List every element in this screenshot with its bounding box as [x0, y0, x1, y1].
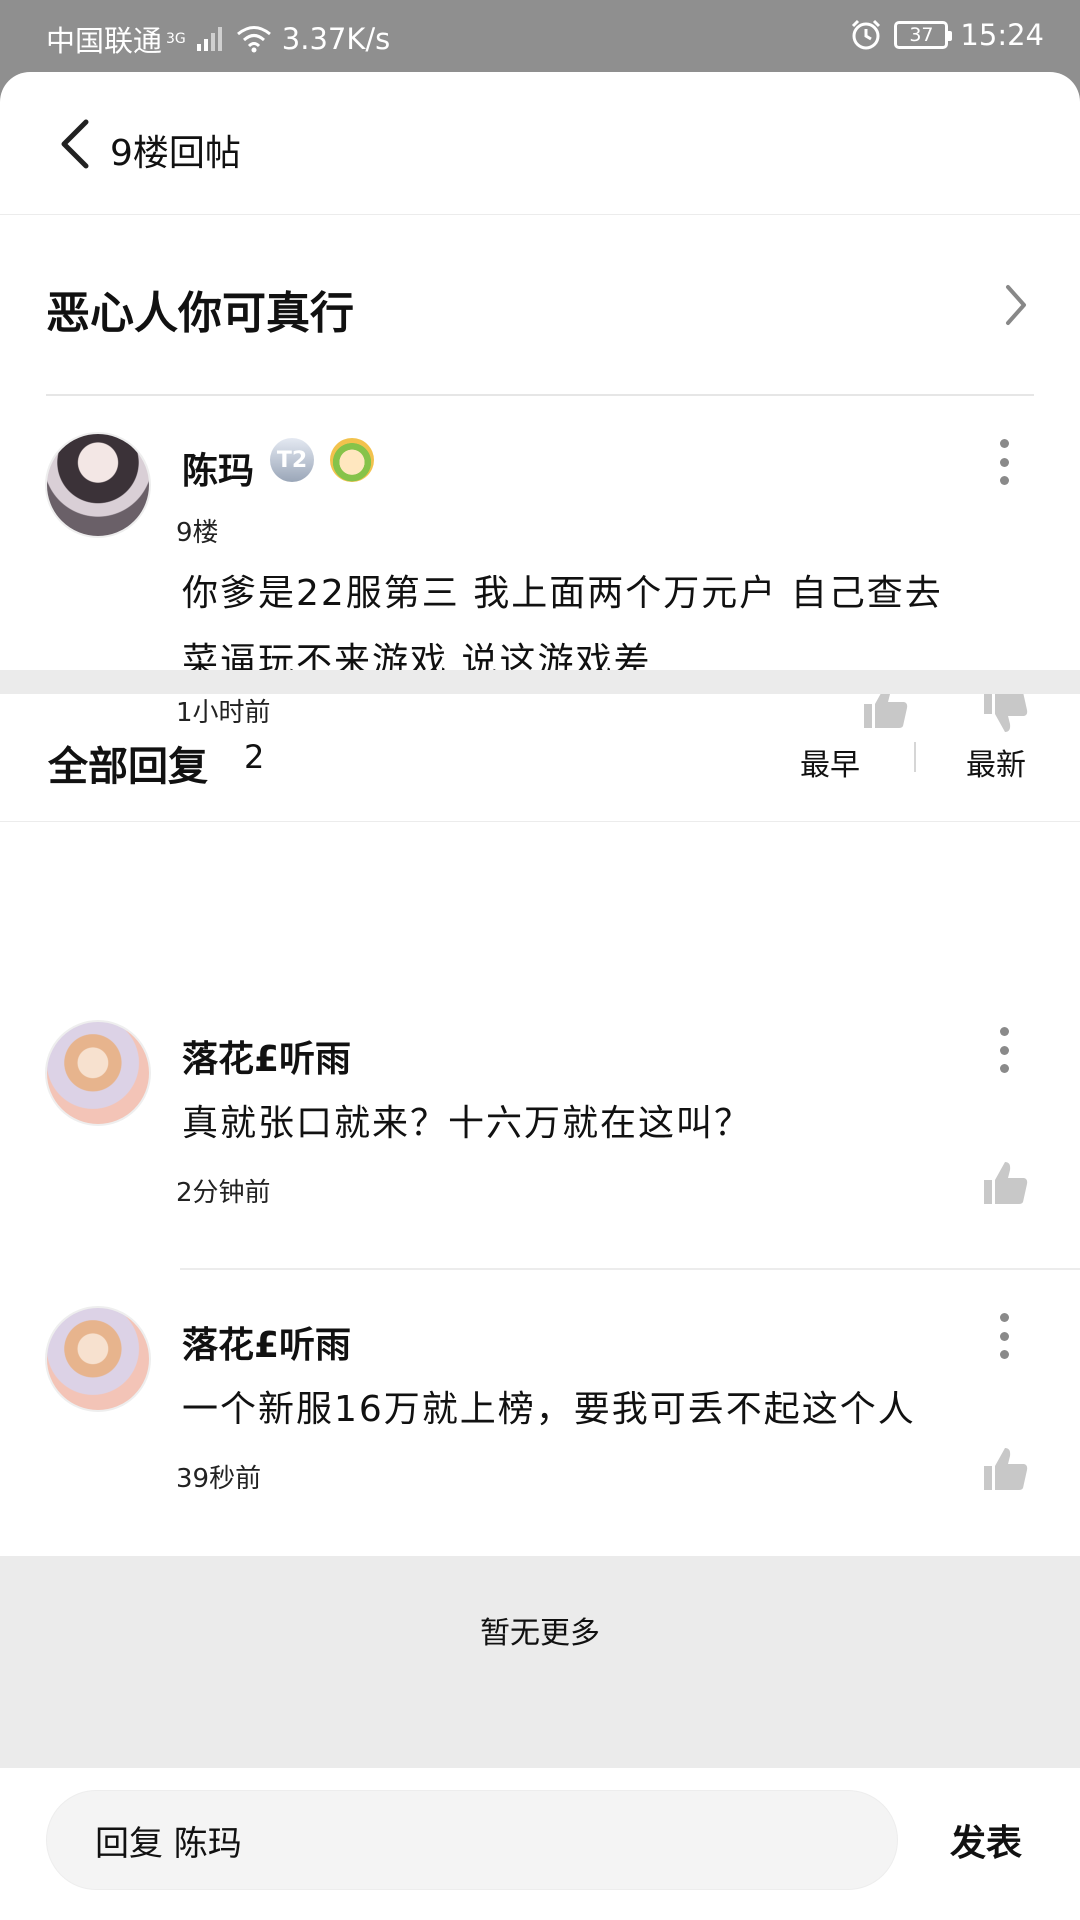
- reply-time: 39秒前: [176, 1464, 262, 1494]
- compose-bar: 回复 陈玛 发表: [0, 1768, 1080, 1920]
- page-title: 9楼回帖: [110, 133, 241, 174]
- status-right: 37 15:24: [850, 18, 1044, 52]
- reply-text: 一个新服16万就上榜，要我可丢不起这个人: [182, 1389, 916, 1430]
- wifi-icon: [236, 26, 271, 53]
- replies-label: 全部回复: [48, 744, 208, 790]
- replies-count: 2: [244, 738, 265, 776]
- thumbs-up-icon[interactable]: [980, 1444, 1030, 1494]
- reply-input[interactable]: 回复 陈玛: [46, 1790, 898, 1890]
- battery-level: 37: [909, 24, 934, 46]
- status-bar: 中国联通 3G 3.37K/s 37 15:24: [0, 0, 1080, 72]
- avatar[interactable]: [45, 1020, 151, 1126]
- post-text-line1: 你爹是22服第三 我上面两个万元户 自己查去: [182, 573, 943, 614]
- alarm-icon: [852, 19, 881, 50]
- reply-time: 2分钟前: [176, 1178, 271, 1208]
- level-badge: T2: [270, 438, 314, 482]
- reply-author[interactable]: 落花£听雨: [182, 1030, 351, 1082]
- section-gap: [0, 670, 1080, 694]
- status-left: 中国联通 3G 3.37K/s: [46, 18, 390, 60]
- send-button[interactable]: 发表: [950, 1814, 1022, 1866]
- reply-author[interactable]: 落花£听雨: [182, 1316, 351, 1368]
- avatar[interactable]: [45, 432, 151, 538]
- clock: 15:24: [960, 18, 1044, 52]
- thread-title: 恶心人你可真行: [46, 288, 354, 339]
- back-button[interactable]: [52, 116, 96, 172]
- top-bar: 9楼回帖: [0, 72, 1080, 215]
- reply-text: 真就张口就来？十六万就在这叫？: [182, 1103, 753, 1144]
- divider: [180, 1268, 1080, 1270]
- chevron-right-icon: [1006, 285, 1026, 325]
- avatar[interactable]: [45, 1306, 151, 1412]
- character-badge-icon: [330, 438, 374, 482]
- no-more-text: 暂无更多: [480, 1616, 600, 1651]
- more-options-button[interactable]: [996, 1027, 1012, 1073]
- no-more-footer: 暂无更多: [0, 1556, 1080, 1768]
- battery-icon: 37: [894, 21, 953, 49]
- author-name[interactable]: 陈玛: [182, 442, 254, 494]
- more-options-button[interactable]: [996, 1313, 1012, 1359]
- replies-header: 全部回复 2 最早 最新: [0, 694, 1080, 822]
- floor-number: 9楼: [176, 518, 219, 548]
- carrier-name: 中国联通: [46, 24, 163, 58]
- network-speed: 3.37K/s: [281, 22, 391, 56]
- reply-sheet: 9楼回帖 恶心人你可真行 陈玛 T2 9楼 你爹是22服第三 我上面两个万元户 …: [0, 72, 1080, 1920]
- sort-separator: [914, 742, 916, 772]
- sort-latest-button[interactable]: 最新: [966, 740, 1026, 784]
- network-type: 3G: [166, 31, 186, 47]
- divider: [46, 394, 1034, 396]
- sort-earliest-button[interactable]: 最早: [800, 740, 860, 784]
- signal-icon: [196, 27, 222, 51]
- thumbs-up-icon[interactable]: [980, 1158, 1030, 1208]
- thread-link[interactable]: 恶心人你可真行: [0, 215, 1080, 395]
- more-options-button[interactable]: [996, 439, 1012, 485]
